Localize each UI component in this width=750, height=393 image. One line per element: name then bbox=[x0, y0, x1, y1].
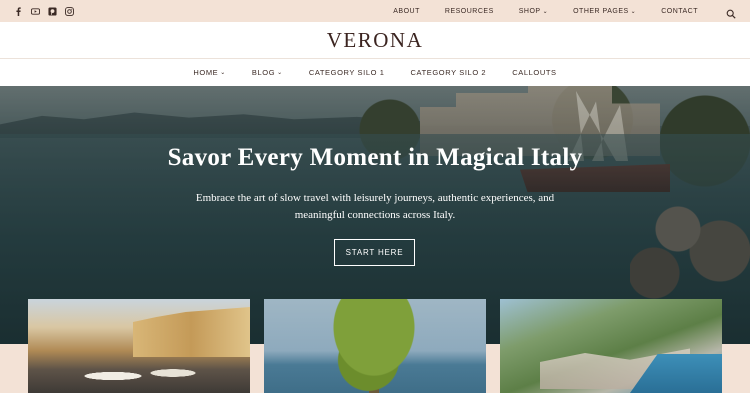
instagram-icon[interactable] bbox=[65, 6, 74, 16]
featured-card-image[interactable] bbox=[264, 299, 486, 393]
nav-item-label: CALLOUTS bbox=[512, 68, 557, 77]
utility-nav-label: RESOURCES bbox=[444, 7, 494, 15]
utility-nav-contact[interactable]: CONTACT bbox=[661, 8, 698, 15]
chevron-down-icon: ⌄ bbox=[220, 70, 226, 76]
nav-item-label: BLOG bbox=[251, 68, 276, 77]
hero-subtitle: Embrace the art of slow travel with leis… bbox=[195, 192, 555, 221]
nav-item-label: CATEGORY SILO 1 bbox=[308, 68, 385, 77]
utility-nav-label: ABOUT bbox=[393, 7, 420, 15]
nav-item-home[interactable]: HOME ⌄ bbox=[193, 68, 226, 77]
utility-nav-resources[interactable]: RESOURCES bbox=[445, 8, 494, 15]
utility-nav: ABOUT RESOURCES SHOP ⌄ OTHER PAGES ⌄ CON… bbox=[368, 6, 736, 19]
social-links bbox=[14, 6, 74, 16]
nav-item-category-silo-1[interactable]: CATEGORY SILO 1 bbox=[309, 68, 385, 77]
search-icon[interactable] bbox=[726, 6, 736, 19]
chevron-down-icon: ⌄ bbox=[542, 8, 549, 15]
card-image-tree bbox=[319, 299, 429, 393]
utility-nav-label: SHOP bbox=[518, 7, 541, 15]
main-nav: HOME ⌄ BLOG ⌄ CATEGORY SILO 1 CATEGORY S… bbox=[0, 59, 750, 86]
hero-title: Savor Every Moment in Magical Italy bbox=[167, 144, 583, 171]
chevron-down-icon: ⌄ bbox=[630, 8, 637, 15]
utility-nav-other-pages[interactable]: OTHER PAGES ⌄ bbox=[573, 8, 636, 15]
pinterest-icon[interactable] bbox=[48, 6, 57, 16]
card-image-boats bbox=[68, 361, 218, 391]
nav-item-callouts[interactable]: CALLOUTS bbox=[512, 68, 556, 77]
chevron-down-icon: ⌄ bbox=[277, 70, 283, 76]
utility-nav-label: OTHER PAGES bbox=[573, 7, 629, 15]
featured-card-image[interactable] bbox=[28, 299, 250, 393]
logo-band: VERONA bbox=[0, 22, 750, 59]
youtube-icon[interactable] bbox=[31, 7, 40, 16]
utility-nav-label: CONTACT bbox=[661, 7, 698, 15]
utility-nav-shop[interactable]: SHOP ⌄ bbox=[519, 8, 548, 15]
nav-item-blog[interactable]: BLOG ⌄ bbox=[252, 68, 283, 77]
utility-nav-about[interactable]: ABOUT bbox=[393, 8, 420, 15]
card-image-buildings bbox=[133, 307, 250, 357]
featured-card-image[interactable] bbox=[500, 299, 722, 393]
start-here-button[interactable]: START HERE bbox=[334, 239, 415, 266]
site-logo[interactable]: VERONA bbox=[327, 28, 424, 53]
facebook-icon[interactable] bbox=[14, 6, 23, 16]
nav-item-category-silo-2[interactable]: CATEGORY SILO 2 bbox=[411, 68, 487, 77]
nav-item-label: CATEGORY SILO 2 bbox=[410, 68, 487, 77]
nav-item-label: HOME bbox=[193, 68, 219, 77]
top-bar: ABOUT RESOURCES SHOP ⌄ OTHER PAGES ⌄ CON… bbox=[0, 0, 750, 22]
